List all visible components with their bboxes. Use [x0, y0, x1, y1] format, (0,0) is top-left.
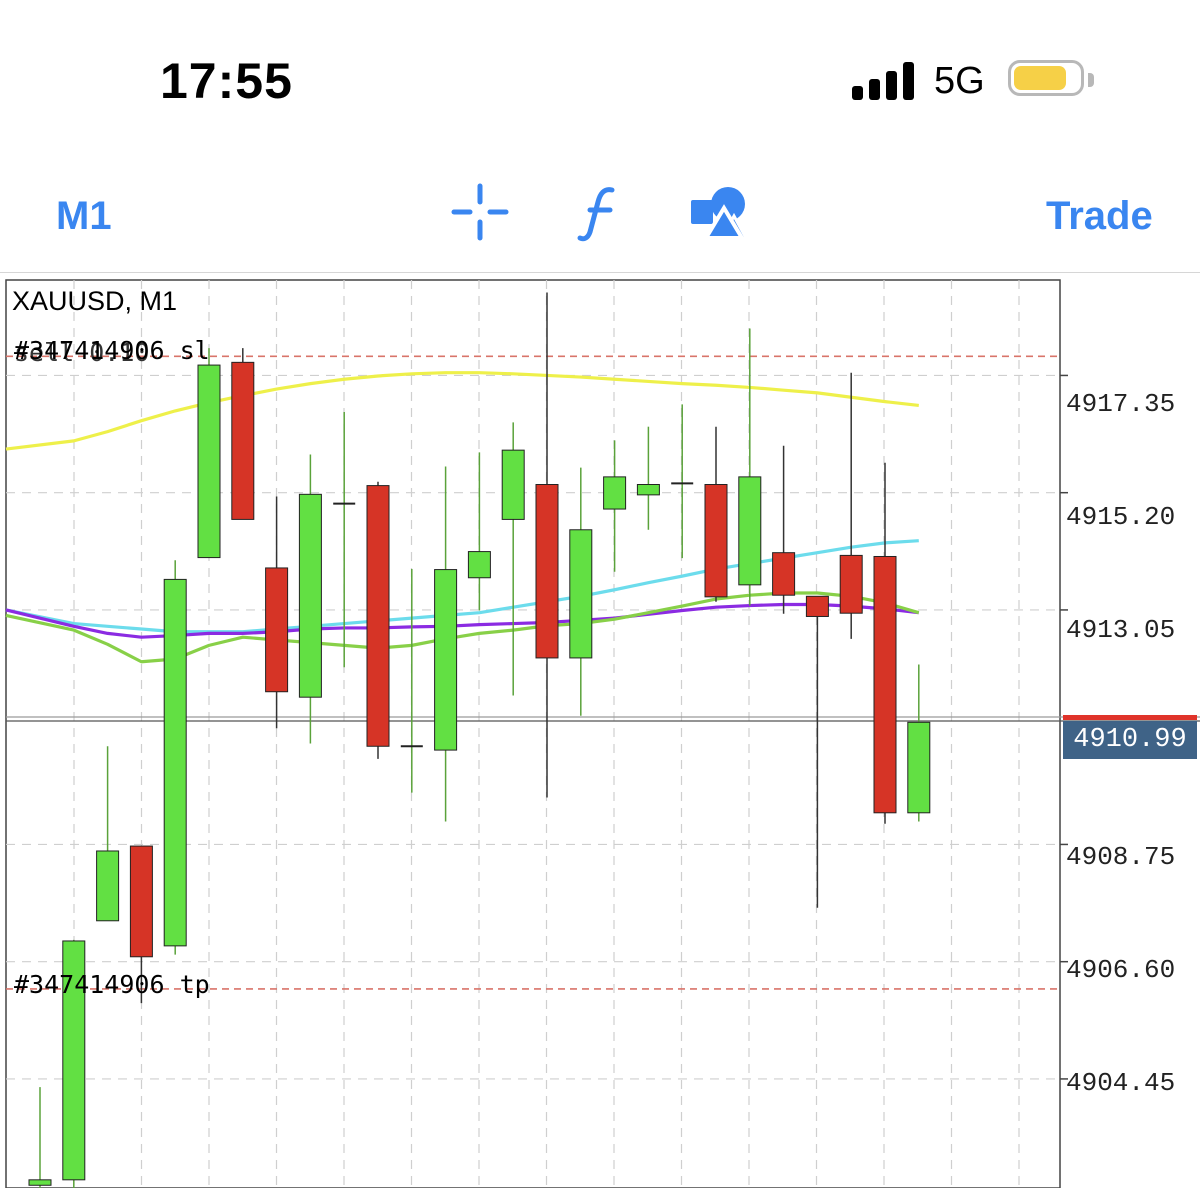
- candle-bear: [535, 484, 559, 659]
- network-type: 5G: [934, 60, 985, 102]
- chart-toolbar: M1 Trade: [0, 150, 1200, 273]
- price-tick-label: 4915.20: [1066, 502, 1176, 532]
- candle-bull: [636, 484, 660, 496]
- function-icon[interactable]: [568, 180, 632, 244]
- candle-bull: [907, 721, 931, 814]
- timeframe-button[interactable]: M1: [56, 194, 112, 239]
- candle-bear: [805, 595, 829, 617]
- status-time: 17:55: [160, 53, 293, 109]
- candle-bull: [501, 449, 525, 520]
- bid-line-marker: [1063, 715, 1197, 720]
- price-tick-label: 4906.60: [1066, 955, 1176, 985]
- shapes-icon[interactable]: [688, 180, 752, 244]
- candle-bull: [738, 476, 762, 586]
- candle-bull: [434, 569, 458, 751]
- candle-bull: [569, 529, 593, 659]
- candle-bull: [603, 476, 627, 510]
- price-tick-label: 4908.75: [1066, 842, 1176, 872]
- trade-button[interactable]: Trade: [1046, 194, 1153, 239]
- order-tp-label: #347414906 tp: [14, 970, 210, 999]
- candle-bear: [772, 552, 796, 596]
- battery-icon: [1008, 60, 1094, 100]
- candle-bear: [873, 555, 897, 814]
- candle-bear: [839, 554, 863, 614]
- chart-symbol-label: XAUUSD, M1: [12, 286, 178, 316]
- candle-bear: [129, 845, 153, 958]
- candle-bull: [197, 364, 221, 559]
- candle-bull: [96, 850, 120, 922]
- candle-bear: [704, 484, 728, 598]
- price-tick-label: 4917.35: [1066, 389, 1176, 419]
- current-price-badge: 4910.99: [1063, 721, 1197, 759]
- price-chart[interactable]: XAUUSD, M1 sell 0.10 #347414906 sl #3474…: [0, 272, 1200, 1188]
- candle-bear: [231, 361, 255, 520]
- candle-bull: [163, 578, 187, 947]
- candle-bull: [28, 1179, 52, 1186]
- crosshair-icon[interactable]: [448, 180, 512, 244]
- cellular-signal-icon: [852, 62, 914, 100]
- candle-bull: [467, 551, 491, 579]
- candle-bear: [366, 485, 390, 747]
- candle-bear: [265, 567, 289, 693]
- order-sl-label: #347414906 sl: [14, 336, 210, 365]
- price-tick-label: 4913.05: [1066, 615, 1176, 645]
- candlestick-chart[interactable]: [0, 272, 1200, 1188]
- candle-bull: [298, 493, 322, 698]
- price-tick-label: 4904.45: [1066, 1068, 1176, 1098]
- status-bar: 17:55 5G: [0, 0, 1200, 150]
